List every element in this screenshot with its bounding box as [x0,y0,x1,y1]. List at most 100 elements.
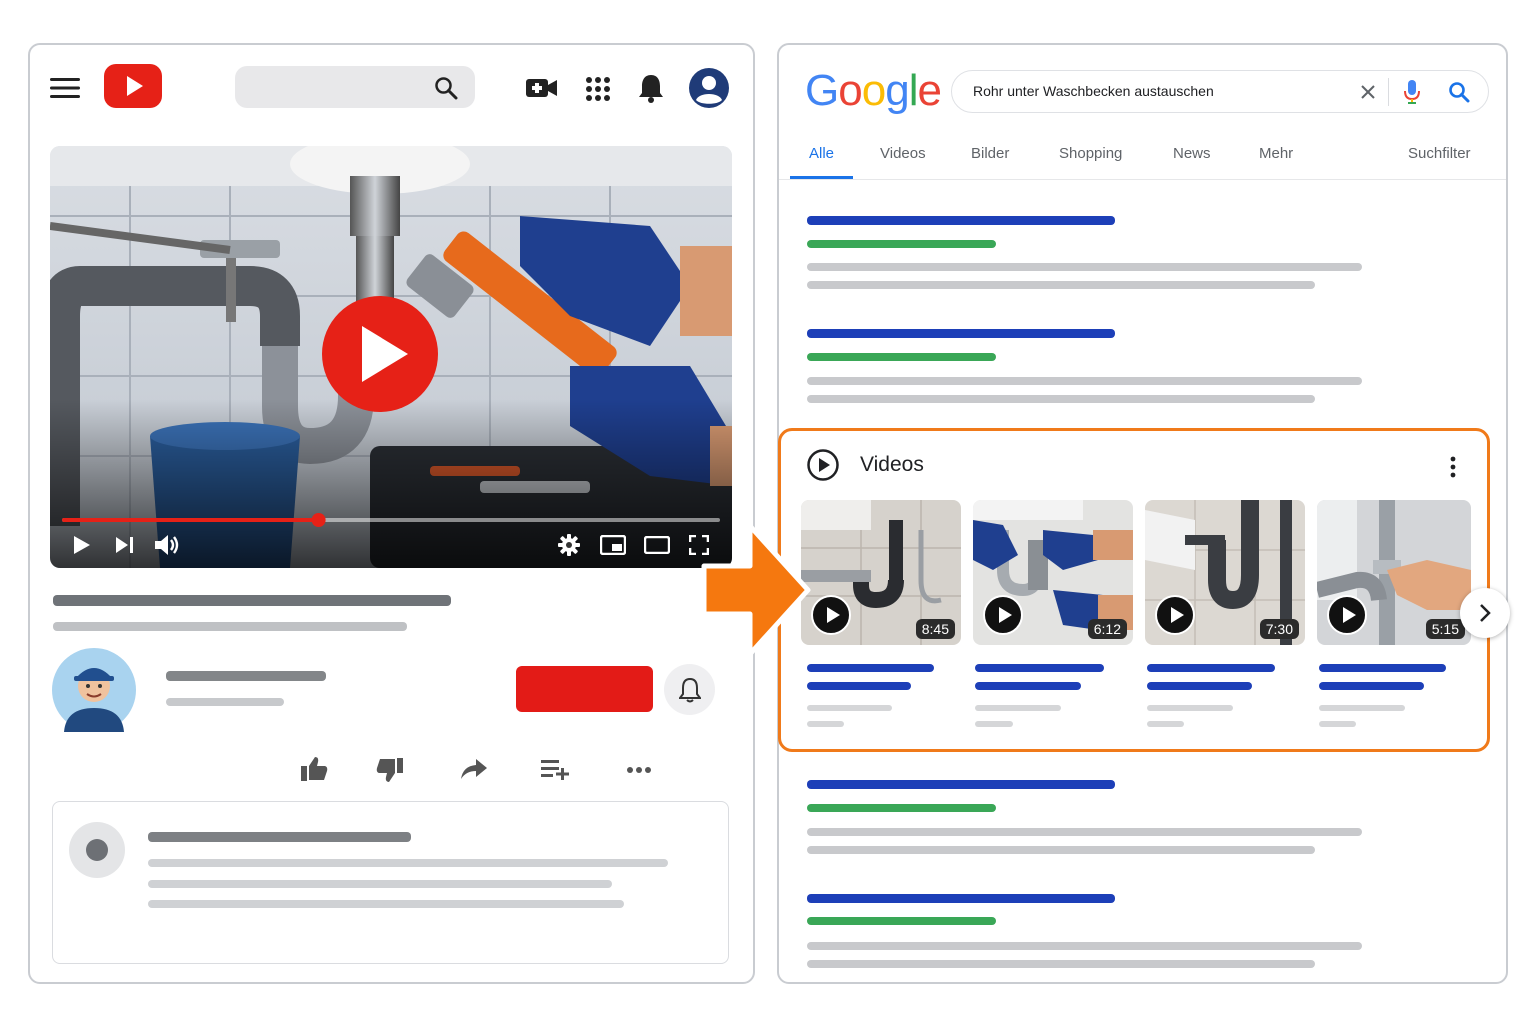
result-1-url [807,240,996,248]
account-icon[interactable] [688,67,730,109]
video-2-title-line-1[interactable] [975,664,1104,672]
notification-bell-button[interactable] [664,664,715,715]
video-thumbnail-3[interactable]: 7:30 [1145,500,1305,645]
tab-videos[interactable]: Videos [880,145,926,162]
result-2-snippet-1 [807,377,1362,385]
google-logo-letter: g [885,66,910,115]
video-section-play-icon [806,448,840,482]
clear-icon[interactable] [1360,84,1376,100]
add-to-playlist-icon[interactable] [540,758,570,780]
result-3-title[interactable] [807,780,1115,789]
subscribe-button[interactable] [516,666,653,712]
video-4-date [1319,721,1356,727]
video-1-source [807,705,892,711]
search-query-text[interactable]: Rohr unter Waschbecken austauschen [973,83,1214,99]
vertical-more-icon[interactable] [1449,456,1457,478]
comment-line-3 [148,900,624,908]
subscriber-count-placeholder [166,698,284,706]
video-meta-placeholder [53,622,407,631]
tab-news[interactable]: News [1173,145,1211,162]
microphone-icon[interactable] [1403,79,1421,105]
search-box-divider [1388,78,1389,106]
video-duration: 6:12 [1087,619,1127,639]
tab-alle[interactable]: Alle [809,145,834,162]
result-3-snippet-2 [807,846,1315,854]
video-2-source [975,705,1061,711]
result-3-snippet-1 [807,828,1362,836]
next-icon[interactable] [115,536,135,554]
video-1-title-line-1[interactable] [807,664,934,672]
result-3-url [807,804,996,812]
video-duration: 8:45 [915,619,955,639]
like-icon[interactable] [300,756,328,782]
more-icon[interactable] [626,766,652,774]
video-thumbnail-1[interactable]: 8:45 [801,500,961,645]
result-4-title[interactable] [807,894,1115,903]
comment-author-placeholder [148,832,411,842]
result-4-snippet-1 [807,942,1362,950]
tab-shopping[interactable]: Shopping [1059,145,1122,162]
thumbnail-play-icon [811,595,851,635]
dislike-icon[interactable] [376,757,404,783]
video-4-source [1319,705,1405,711]
channel-name-placeholder [166,671,326,681]
result-1-snippet-2 [807,281,1315,289]
video-3-title-line-2[interactable] [1147,682,1252,690]
volume-icon[interactable] [154,534,180,556]
google-logo-letter: o [838,66,863,115]
google-logo-letter: e [917,66,942,115]
video-2-title-line-2[interactable] [975,682,1081,690]
result-1-snippet-1 [807,263,1362,271]
search-icon[interactable] [434,76,458,100]
settings-icon[interactable] [558,534,580,556]
video-thumbnail-4[interactable]: 5:15 [1317,500,1471,645]
comment-line-1 [148,859,668,867]
video-3-source [1147,705,1233,711]
videos-section-title: Videos [860,453,924,476]
video-4-title-line-2[interactable] [1319,682,1424,690]
bell-icon[interactable] [638,73,664,103]
theater-icon[interactable] [644,536,670,554]
apps-grid-icon[interactable] [585,76,611,102]
chevron-right-icon [1478,603,1492,623]
video-duration: 5:15 [1425,619,1465,639]
result-4-url [807,917,996,925]
miniplayer-icon[interactable] [600,535,626,555]
tabs-divider [779,179,1506,180]
result-2-title[interactable] [807,329,1115,338]
thumbnail-play-icon [1327,595,1367,635]
youtube-logo[interactable] [104,64,162,108]
video-duration: 7:30 [1259,619,1299,639]
result-1-title[interactable] [807,216,1115,225]
video-3-date [1147,721,1184,727]
video-1-date [807,721,844,727]
arrow-right-icon [700,522,812,658]
google-search-icon[interactable] [1448,81,1470,103]
google-logo[interactable]: Google [805,66,942,116]
video-2-date [975,721,1013,727]
bell-outline-icon [679,677,701,703]
result-4-snippet-2 [807,960,1315,968]
search-tools-button[interactable]: Suchfilter [1408,145,1471,162]
share-icon[interactable] [460,758,488,780]
comment-line-2 [148,880,612,888]
google-logo-letter: G [805,66,839,115]
carousel-next-button[interactable] [1460,588,1510,638]
channel-avatar[interactable] [52,648,136,732]
video-title-placeholder [53,595,451,606]
tab-mehr[interactable]: Mehr [1259,145,1293,162]
commenter-avatar [69,822,125,878]
thumbnail-play-icon [983,595,1023,635]
google-logo-letter: o [861,66,887,115]
thumbnail-play-icon [1155,595,1195,635]
video-thumbnail-2[interactable]: 6:12 [973,500,1133,645]
video-1-title-line-2[interactable] [807,682,911,690]
video-3-title-line-1[interactable] [1147,664,1275,672]
video-player[interactable] [50,146,732,568]
result-2-url [807,353,996,361]
tab-bilder[interactable]: Bilder [971,145,1009,162]
video-4-title-line-1[interactable] [1319,664,1446,672]
menu-icon[interactable] [50,76,80,100]
create-video-icon[interactable] [526,76,558,100]
play-icon[interactable] [72,535,92,555]
